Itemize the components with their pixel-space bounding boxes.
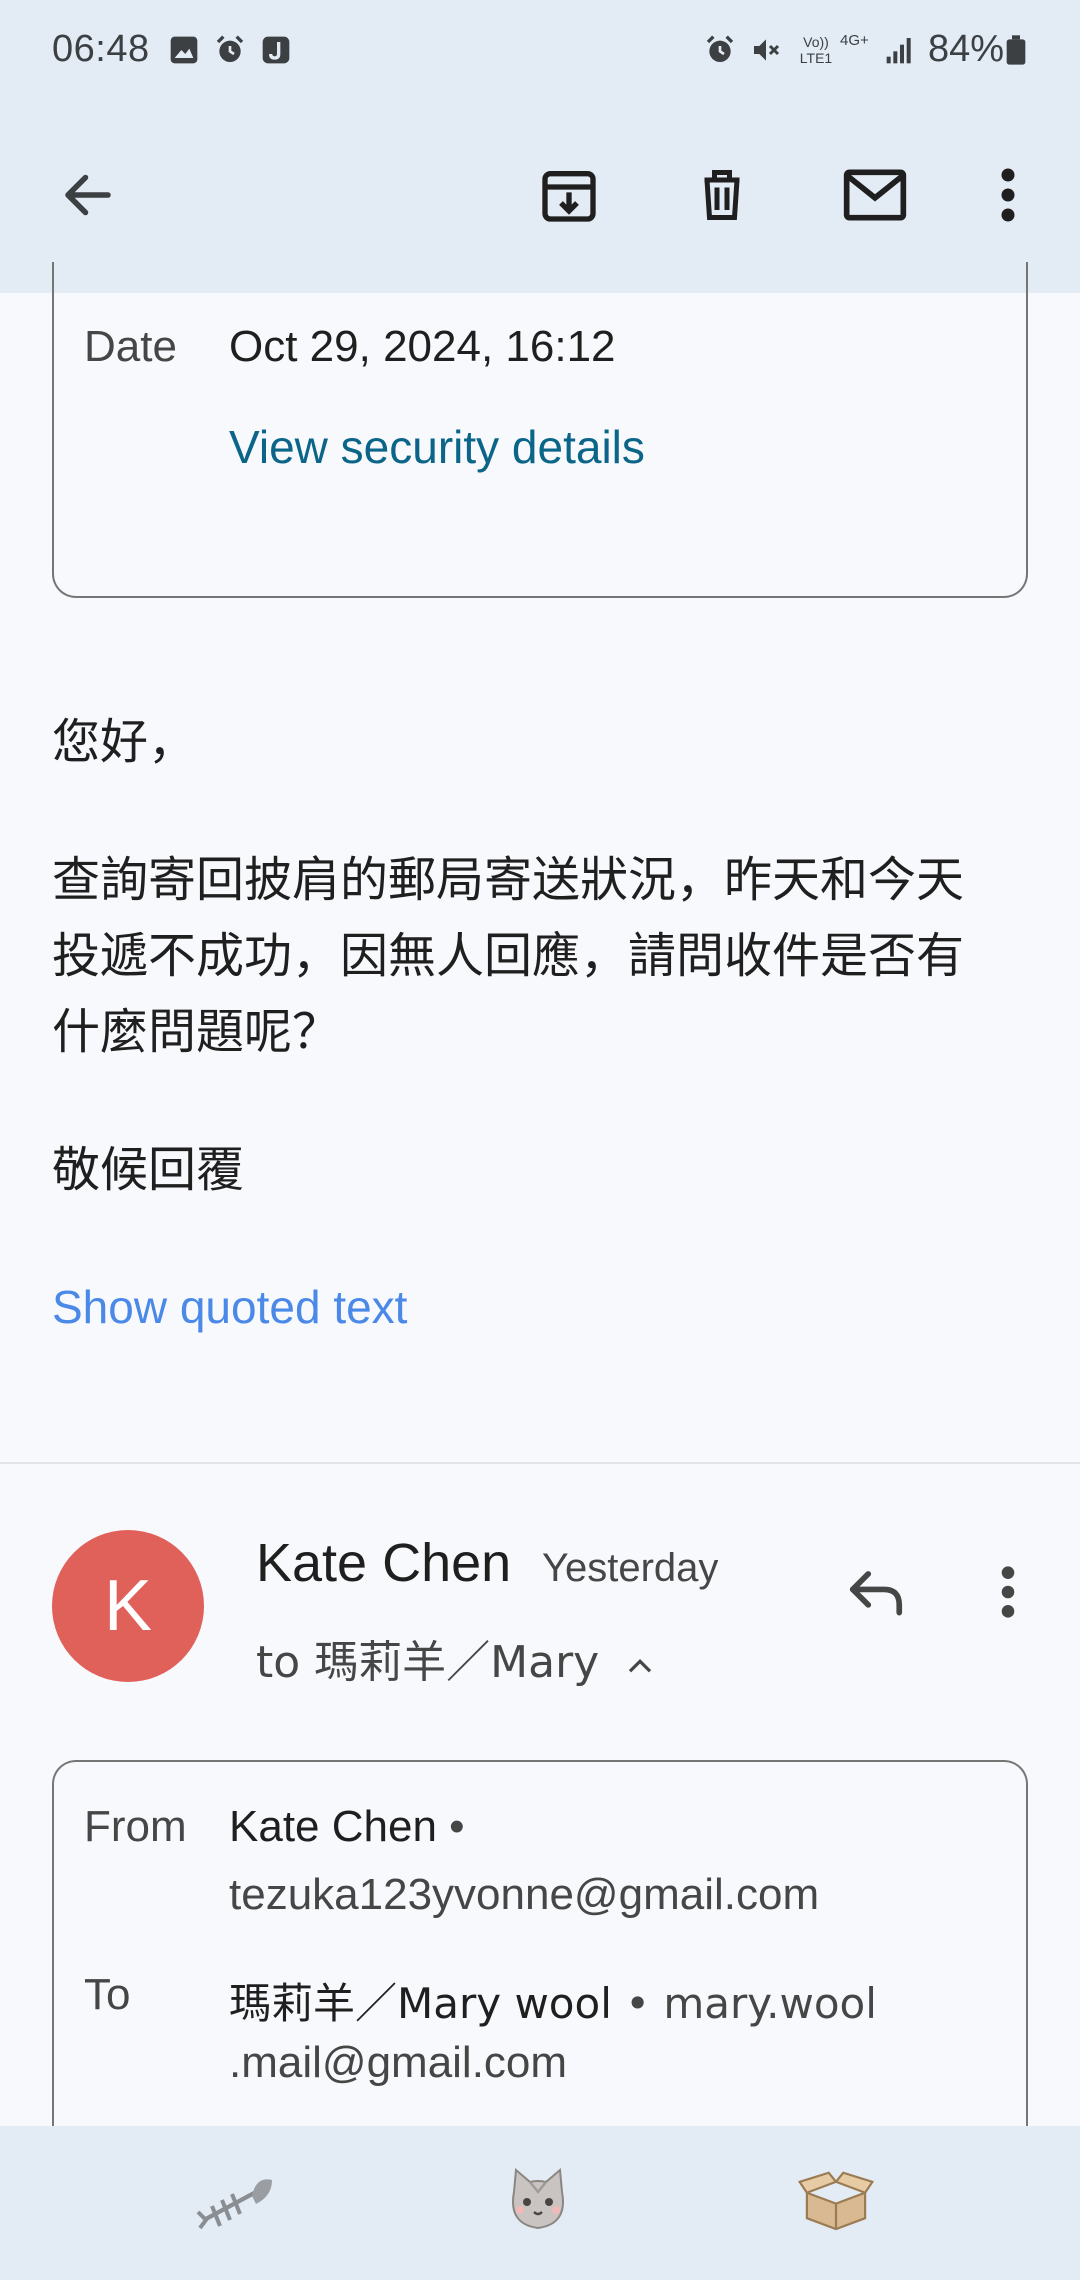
to-email-part1: mary.wool [663, 1979, 877, 2028]
delete-button[interactable] [682, 155, 762, 235]
message-divider [0, 1462, 1080, 1464]
alarm-icon-right [706, 35, 734, 62]
from-email: tezuka123yvonne@gmail.com [229, 1870, 820, 1919]
bottom-navigation-bar [0, 2126, 1080, 2280]
security-details-link[interactable]: View security details [229, 420, 645, 474]
archive-button[interactable] [529, 155, 609, 235]
back-arrow-icon [65, 174, 111, 216]
body-line-2: 投遞不成功，因無人回應，請問收件是否有 [52, 928, 965, 984]
bottom-nav-center[interactable] [498, 2160, 578, 2240]
app-j-icon [262, 36, 290, 64]
status-time: 06:48 [52, 28, 150, 70]
mail-icon [843, 169, 907, 221]
body-line-1: 查詢寄回披肩的郵局寄送狀況，昨天和今天 [52, 852, 965, 908]
archive-icon [542, 170, 596, 222]
to-name: 瑪莉羊／Mary wool [229, 1979, 612, 2028]
battery-percent: 84% [928, 28, 1005, 70]
recipients-summary[interactable]: to 瑪莉羊／Mary [256, 1626, 655, 1690]
bottom-nav-left[interactable] [196, 2162, 276, 2242]
back-button[interactable] [48, 155, 128, 235]
sender-avatar[interactable]: K [52, 1530, 204, 1682]
message-more-button[interactable] [968, 1552, 1048, 1632]
date-value: Oct 29, 2024, 16:12 [229, 322, 616, 371]
show-quoted-text-link[interactable]: Show quoted text [52, 1280, 407, 1334]
alarm-icon [216, 35, 244, 62]
sender-name: Kate Chen [256, 1533, 512, 1593]
date-label: Date [84, 322, 177, 371]
from-label: From [84, 1802, 187, 1851]
bottom-nav-right[interactable] [796, 2160, 876, 2240]
battery-icon [1006, 35, 1026, 65]
closing-text: 敬候回覆 [52, 1142, 245, 1198]
greeting-text: 您好， [52, 714, 197, 770]
more-options-button[interactable] [968, 155, 1048, 235]
volte-label: Vo)) LTE1 [799, 34, 833, 66]
reply-icon [849, 1571, 903, 1616]
cat-face-icon [512, 2167, 564, 2230]
recipients-text: to 瑪莉羊／Mary [256, 1637, 600, 1688]
top-app-bar: 06:48 Vo)) LTE1 4G+ 84% [0, 0, 1080, 293]
to-label: To [84, 1970, 131, 2019]
gallery-icon [170, 36, 198, 64]
from-separator: • [449, 1802, 465, 1851]
body-line-3: 什麼問題呢？ [52, 1004, 341, 1060]
reply-button[interactable] [836, 1552, 916, 1632]
network-type-label: 4G+ [840, 32, 869, 49]
delete-icon [704, 170, 740, 220]
from-name: Kate Chen [229, 1802, 437, 1851]
open-box-icon [797, 2171, 875, 2231]
signal-icon [886, 38, 911, 64]
chevron-up-icon [629, 1658, 652, 1673]
mark-unread-button[interactable] [835, 155, 915, 235]
more-vert-icon [1001, 1566, 1015, 1618]
mute-icon [754, 39, 780, 61]
to-row: 瑪莉羊／Mary wool • mary.wool [229, 1970, 877, 2031]
to-separator: • [625, 1979, 651, 2028]
message-time: Yesterday [542, 1546, 719, 1590]
more-vert-icon [1001, 168, 1015, 222]
fish-bone-icon [196, 2179, 272, 2230]
to-email-part2: .mail@gmail.com [229, 2038, 568, 2087]
from-row: Kate Chen • [229, 1802, 465, 1852]
